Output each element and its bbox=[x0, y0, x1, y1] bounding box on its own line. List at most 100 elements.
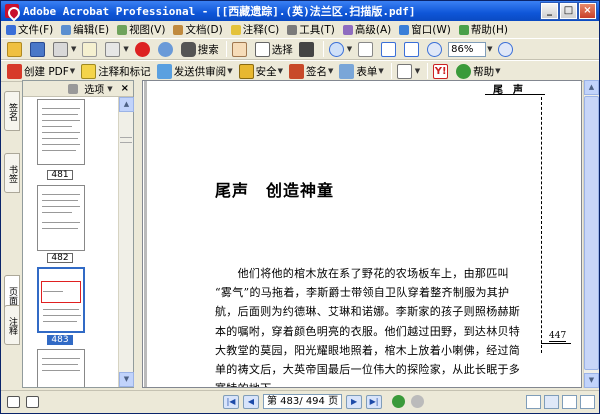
next-page-button[interactable]: ▶ bbox=[346, 394, 363, 409]
facing-view-icon[interactable] bbox=[562, 394, 577, 409]
organizer-button[interactable] bbox=[156, 40, 177, 58]
pen-icon bbox=[288, 63, 304, 79]
organizer-icon bbox=[157, 41, 173, 57]
snapshot-button[interactable] bbox=[297, 40, 318, 58]
advanced-menu-icon bbox=[342, 24, 353, 35]
paragraph-line: 本的嘱咐，穿着颜色明亮的衣服。他们越过田野，到达林贝特 bbox=[215, 324, 521, 338]
fit-page-button[interactable] bbox=[379, 40, 400, 58]
scroll-up-icon[interactable]: ▲ bbox=[584, 80, 599, 95]
document-view[interactable]: 尾声 447 尾声 创造神童 他们将他的棺木放在系了野花的农场板车上，由那匹叫 … bbox=[142, 80, 582, 388]
menu-file[interactable]: 文件(F) bbox=[3, 22, 58, 37]
panel-close-button[interactable]: × bbox=[121, 83, 129, 94]
menu-view[interactable]: 视图(V) bbox=[114, 22, 170, 37]
options-menu[interactable]: 选项 bbox=[84, 81, 104, 96]
view-menu-icon bbox=[117, 24, 128, 35]
open-button[interactable] bbox=[5, 40, 26, 58]
edit-menu-icon bbox=[61, 24, 72, 35]
body-paragraph: 他们将他的棺木放在系了野花的农场板车上，由那匹叫 “雾气”的马拖着，李斯爵士带领… bbox=[215, 264, 535, 387]
menu-comment[interactable]: 注释(C) bbox=[228, 22, 285, 37]
maximize-button[interactable]: □ bbox=[559, 2, 578, 20]
last-page-button[interactable]: ▶| bbox=[366, 394, 383, 409]
comment-markup-button[interactable]: 注释和标记 bbox=[79, 62, 153, 80]
file-toolbar: ▼ ▼ 搜索 选择 ▼ 86% ▼ bbox=[1, 38, 599, 60]
stop-icon bbox=[134, 41, 150, 57]
fit-width-icon bbox=[404, 41, 420, 57]
menu-document[interactable]: 文档(D) bbox=[170, 22, 227, 37]
scroll-down-icon[interactable]: ▼ bbox=[119, 372, 134, 387]
camera-icon bbox=[298, 41, 314, 57]
first-page-button[interactable]: |◀ bbox=[223, 394, 239, 409]
select-tool-button[interactable]: 选择 bbox=[253, 40, 295, 58]
menu-help[interactable]: 帮助(H) bbox=[456, 22, 513, 37]
toolbar-separator bbox=[322, 41, 324, 57]
trash-icon[interactable] bbox=[68, 83, 79, 94]
security-button[interactable]: 安全 ▼ bbox=[237, 62, 285, 80]
dimensions-icon[interactable] bbox=[26, 395, 39, 408]
document-tools-button[interactable]: ▼ bbox=[395, 62, 422, 80]
close-button[interactable]: × bbox=[578, 2, 597, 20]
search-button[interactable]: 搜索 bbox=[179, 40, 221, 58]
hand-tool-button[interactable] bbox=[230, 40, 251, 58]
menu-edit[interactable]: 编辑(E) bbox=[58, 22, 114, 37]
page-number-field[interactable]: 第 483/ 494 页 bbox=[263, 394, 343, 409]
scroll-down-icon[interactable]: ▼ bbox=[584, 373, 599, 388]
send-review-button[interactable]: 发送供审阅 ▼ bbox=[155, 62, 235, 80]
document-scrollbar[interactable]: ▲ ▼ bbox=[583, 80, 599, 388]
create-pdf-icon bbox=[7, 63, 22, 79]
email-button[interactable] bbox=[80, 40, 101, 58]
save-button[interactable] bbox=[28, 40, 49, 58]
previous-page-button[interactable]: ◀ bbox=[243, 394, 259, 409]
tab-signatures[interactable]: 签名 bbox=[4, 91, 20, 131]
previous-view-icon[interactable] bbox=[392, 395, 406, 408]
scroll-up-icon[interactable]: ▲ bbox=[119, 97, 134, 112]
thumbnail-scrollbar[interactable]: ▲ ▼ bbox=[118, 97, 134, 387]
yahoo-search-button[interactable]: Y! bbox=[431, 62, 452, 80]
continuous-view-icon[interactable] bbox=[544, 394, 559, 409]
sign-button[interactable]: 签名 ▼ bbox=[287, 62, 335, 80]
chevron-down-icon: ▼ bbox=[346, 45, 353, 53]
zoom-level-field[interactable]: 86% bbox=[448, 41, 487, 57]
comment-markup-icon bbox=[81, 63, 97, 79]
yahoo-icon: Y! bbox=[433, 63, 449, 79]
printed-page-number: 447 bbox=[549, 331, 567, 342]
menu-advanced[interactable]: 高级(A) bbox=[340, 22, 396, 37]
chevron-down-icon: ▼ bbox=[378, 67, 384, 75]
zoom-in-icon bbox=[497, 41, 513, 57]
actual-size-button[interactable] bbox=[356, 40, 377, 58]
page-thumbnail-selected[interactable] bbox=[37, 267, 85, 333]
thumbnail-list: 481 482 483 bbox=[23, 97, 119, 387]
zoom-in-button[interactable] bbox=[493, 40, 517, 58]
panel-splitter[interactable] bbox=[134, 80, 142, 388]
print-icon bbox=[53, 41, 68, 57]
create-pdf-button[interactable]: 创建 PDF ▼ bbox=[5, 62, 77, 80]
page-thumbnail[interactable] bbox=[37, 349, 85, 387]
fit-width-button[interactable] bbox=[402, 40, 423, 58]
print-button[interactable]: ▼ bbox=[51, 40, 78, 58]
chevron-down-icon[interactable]: ▼ bbox=[107, 85, 112, 93]
zoom-tool-button[interactable]: ▼ bbox=[327, 40, 354, 58]
paragraph-line: 航，后面则为约德琳、艾琳和诺娜。李斯家的孩子则照杨赫斯 bbox=[215, 305, 521, 319]
next-view-icon[interactable] bbox=[411, 395, 425, 408]
stop-button[interactable] bbox=[133, 40, 154, 58]
attach-button[interactable]: ▼ bbox=[103, 40, 130, 58]
paragraph-line: 他们将他的棺木放在系了野花的农场板车上，由那匹叫 bbox=[215, 267, 509, 280]
continuous-facing-view-icon[interactable] bbox=[580, 394, 595, 409]
scroll-thumb[interactable] bbox=[584, 96, 599, 370]
title-bar[interactable]: Adobe Acrobat Professional - [[西藏遗踪].(英)… bbox=[1, 1, 599, 21]
forms-button[interactable]: 表单 ▼ bbox=[337, 62, 385, 80]
page-thumbnail[interactable] bbox=[37, 185, 85, 251]
tab-comments[interactable]: 注释 bbox=[4, 305, 20, 345]
hand-icon bbox=[231, 41, 247, 57]
menu-tools[interactable]: 工具(T) bbox=[284, 22, 340, 37]
minimize-button[interactable]: _ bbox=[540, 2, 559, 20]
page-layout-icon[interactable] bbox=[7, 395, 20, 408]
paragraph-line: 大教堂的莫园，阳光耀眼地照着，棺木上放着小喇佛，经过简 bbox=[215, 343, 521, 357]
menu-window[interactable]: 窗口(W) bbox=[396, 22, 456, 37]
page-thumbnail[interactable] bbox=[37, 99, 85, 165]
page-thumbnail-label: 481 bbox=[47, 170, 73, 180]
zoom-out-button[interactable] bbox=[425, 40, 446, 58]
tab-bookmarks[interactable]: 书签 bbox=[4, 153, 20, 193]
file-menu-icon bbox=[6, 24, 16, 35]
help-button[interactable]: 帮助 ▼ bbox=[454, 62, 502, 80]
single-page-view-icon[interactable] bbox=[526, 394, 541, 409]
